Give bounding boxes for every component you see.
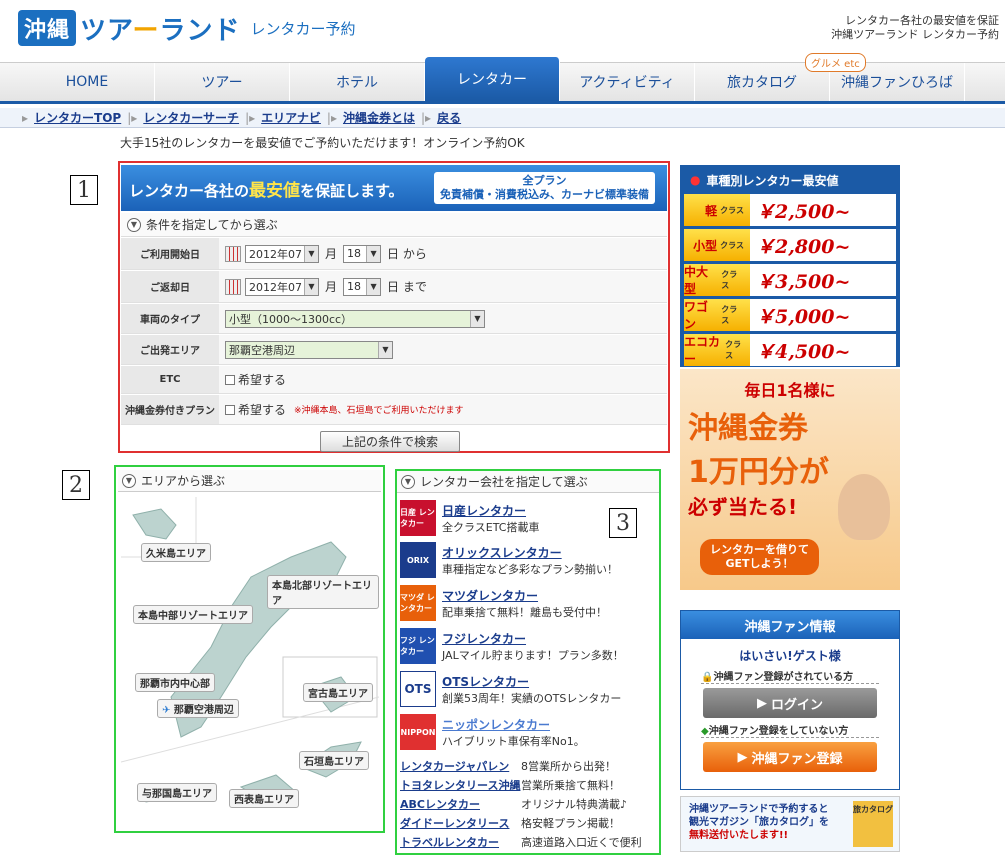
- area-miyakojima[interactable]: 宮古島エリア: [303, 683, 373, 702]
- price-by-class-box: ● 車種別レンタカー最安値 軽クラス ￥2,500~ 小型 クラス ￥2,800~ 中大…: [680, 165, 900, 367]
- company-nissan[interactable]: 日産 レンタカー 日産レンタカー 全クラスETC搭載車: [400, 500, 540, 536]
- start-date-row: ご利用開始日 2012年07 ▼ 月 18 ▼ 日 から: [121, 238, 667, 270]
- etc-checkbox[interactable]: [225, 374, 235, 385]
- sub-nav: ▸ レンタカーTOP |▸ レンタカーサーチ |▸ エリアナビ |▸ 沖縄金券とは |▸…: [0, 108, 1005, 128]
- company-japaren[interactable]: レンタカージャパレン 8営業所から出発！: [400, 758, 616, 774]
- area-naha-center[interactable]: 那覇市内中心部: [135, 673, 215, 692]
- ots-logo-icon: OTS: [400, 671, 436, 707]
- company-travel[interactable]: トラベルレンタカー 高速道路入口近くで便利: [400, 834, 642, 850]
- area-hokubu-resort[interactable]: 本島北部リゾートエリア: [267, 575, 379, 609]
- mazda-logo-icon: マツダ レンタカー: [400, 585, 436, 621]
- price-heading: ● 車種別レンタカー最安値: [690, 173, 839, 188]
- nippon-logo-icon: NIPPON: [400, 714, 436, 750]
- return-date-row: ご返却日 2012年07 ▼ 月 18 ▼ 日 まで: [121, 271, 667, 303]
- kinken-note: ※沖縄本島、石垣島でご利用いただけます: [294, 406, 464, 416]
- company-abc[interactable]: ABCレンタカー オリジナル特典満載♪: [400, 796, 627, 812]
- nav-hotel[interactable]: ホテル: [290, 63, 425, 101]
- area-chubu-resort[interactable]: 本島中部リゾートエリア: [133, 605, 253, 624]
- logo-subtitle: レンタカー予約: [250, 19, 356, 38]
- area-ishigakijima[interactable]: 石垣島エリア: [299, 751, 369, 770]
- nav-tour[interactable]: ツアー: [155, 63, 290, 101]
- logo-okinawa: 沖縄: [18, 10, 77, 46]
- company-toyota[interactable]: トヨタレンタリース沖縄 営業所乗捨て無料！: [400, 777, 620, 793]
- catalog-banner[interactable]: 沖縄ツアーランドで予約すると 観光マガジン「旅カタログ」を 無料送付いたします!…: [680, 796, 900, 852]
- etc-row: ETC 希望する: [121, 366, 667, 394]
- beginner-icon: ◆: [701, 726, 709, 737]
- annotation-number-1: 1: [70, 175, 98, 205]
- subnav-area-navi[interactable]: エリアナビ: [261, 109, 321, 126]
- subnav-kinken[interactable]: 沖縄金券とは: [343, 109, 415, 126]
- orix-logo-icon: ORIX: [400, 542, 436, 578]
- car-type-select[interactable]: 小型（1000〜1300cc） ▼: [225, 309, 485, 328]
- okinawa-map: 久米島エリア 本島北部リゾートエリア 本島中部リゾートエリア 那覇市内中心部 ✈…: [120, 497, 380, 819]
- annotation-number-2: 2: [62, 470, 90, 500]
- company-fuji[interactable]: フジ レンタカー フジレンタカー JALマイル貯まります！プラン多数！: [400, 628, 624, 664]
- search-button[interactable]: 上記の条件で検索: [320, 431, 460, 452]
- start-day-select[interactable]: 18 ▼: [343, 244, 382, 263]
- promo-get-button[interactable]: レンタカーを借りて GETしよう！: [700, 539, 819, 575]
- area-iriomotejima[interactable]: 西表島エリア: [229, 789, 299, 808]
- okinawa-fan-info: 沖縄ファン情報 はいさい!ゲスト様 🔒沖縄ファン登録がされている方 ▶ ログイン …: [680, 610, 900, 790]
- company-section-heading: ▼ レンタカー会社を指定して選ぶ: [397, 471, 659, 493]
- logo-tourland: ツアーランド: [80, 15, 241, 46]
- nissan-logo-icon: 日産 レンタカー: [400, 500, 436, 536]
- login-button[interactable]: ▶ ログイン: [703, 688, 877, 718]
- chevron-down-icon: ▼: [401, 474, 415, 489]
- site-logo[interactable]: 沖縄 ツアーランド レンタカー予約: [18, 10, 356, 46]
- calendar-icon[interactable]: [225, 245, 241, 262]
- register-button[interactable]: ▶ 沖縄ファン登録: [703, 742, 877, 772]
- departure-area-row: ご出発エリア 那覇空港周辺 ▼: [121, 335, 667, 365]
- gourmet-badge: グルメ etc: [805, 53, 866, 72]
- search-form-heading: ▼ 条件を指定してから選ぶ: [121, 213, 667, 237]
- car-type-row: 車両のタイプ 小型（1000〜1300cc） ▼: [121, 304, 667, 334]
- area-naha-airport[interactable]: ✈ 那覇空港周辺: [157, 699, 239, 718]
- return-month-select[interactable]: 2012年07 ▼: [245, 277, 319, 296]
- calendar-icon[interactable]: [225, 278, 241, 295]
- kinken-promo-banner[interactable]: 毎日1名様に 沖縄金券 1万円分が 必ず当たる! レンタカーを借りて GETしよう…: [680, 369, 900, 590]
- company-ots[interactable]: OTS OTSレンタカー 創業53周年！実績のOTSレンタカー: [400, 671, 621, 707]
- price-row-kei[interactable]: 軽クラス ￥2,500~: [684, 194, 896, 226]
- airplane-icon: ✈: [162, 705, 174, 716]
- subnav-back[interactable]: 戻る: [437, 109, 461, 126]
- annotation-number-3: 3: [609, 508, 637, 538]
- catalog-icon: 旅カタログ: [853, 801, 893, 847]
- intro-text: 大手15社のレンタカーを最安値でご予約いただけます！オンライン予約OK: [120, 136, 525, 150]
- company-nippon[interactable]: NIPPON ニッポンレンタカー ハイブリット車保有率No1。: [400, 714, 585, 750]
- chevron-down-icon: ▼: [122, 473, 136, 488]
- company-mazda[interactable]: マツダ レンタカー マツダレンタカー 配車乗捨て無料！離島も受付中！: [400, 585, 607, 621]
- play-circle-icon: ▶: [756, 695, 767, 711]
- kinken-checkbox[interactable]: [225, 404, 235, 415]
- car-icon: ●: [690, 173, 701, 187]
- company-daido[interactable]: ダイドーレンタリース 格安軽プラン掲載！: [400, 815, 620, 831]
- search-banner: レンタカー各社の最安値を保証します。 全プラン 免責補償・消費税込み、カーナビ標準…: [121, 165, 667, 211]
- subnav-rentacar-search[interactable]: レンタカーサーチ: [143, 109, 239, 126]
- chevron-down-icon: ▼: [127, 217, 141, 232]
- company-orix[interactable]: ORIX オリックスレンタカー 車種指定など多彩なプラン勢揃い！: [400, 542, 618, 578]
- departure-area-select[interactable]: 那覇空港周辺 ▼: [225, 340, 393, 359]
- all-plan-badge: 全プラン 免責補償・消費税込み、カーナビ標準装備: [434, 172, 655, 204]
- subnav-rentacar-top[interactable]: レンタカーTOP: [34, 109, 121, 126]
- person-illustration: [838, 474, 890, 540]
- price-row-small[interactable]: 小型 クラス ￥2,800~: [684, 229, 896, 261]
- area-section-heading: ▼ エリアから選ぶ: [118, 470, 381, 492]
- kinken-row: 沖縄金券付きプラン 希望する ※沖縄本島、石垣島でご利用いただけます: [121, 395, 667, 425]
- lock-icon: 🔒: [701, 672, 714, 683]
- price-row-midlarge[interactable]: 中大型 クラス ￥3,500~: [684, 264, 896, 296]
- header-tagline: レンタカー各社の最安値を保証 沖縄ツアーランド レンタカー予約: [831, 14, 999, 41]
- price-row-wagon[interactable]: ワゴン クラス ￥5,000~: [684, 299, 896, 331]
- price-row-eco[interactable]: エコカー クラス ￥4,500~: [684, 334, 896, 366]
- fuji-logo-icon: フジ レンタカー: [400, 628, 436, 664]
- nav-home[interactable]: HOME: [20, 63, 155, 101]
- play-circle-icon: ▶: [737, 749, 748, 765]
- nav-activity[interactable]: アクティビティ: [560, 63, 695, 101]
- start-month-select[interactable]: 2012年07 ▼: [245, 244, 319, 263]
- area-kumejima[interactable]: 久米島エリア: [141, 543, 211, 562]
- nav-rentacar[interactable]: レンタカー: [425, 57, 560, 101]
- area-yonagunijima[interactable]: 与那国島エリア: [137, 783, 217, 802]
- return-day-select[interactable]: 18 ▼: [343, 277, 382, 296]
